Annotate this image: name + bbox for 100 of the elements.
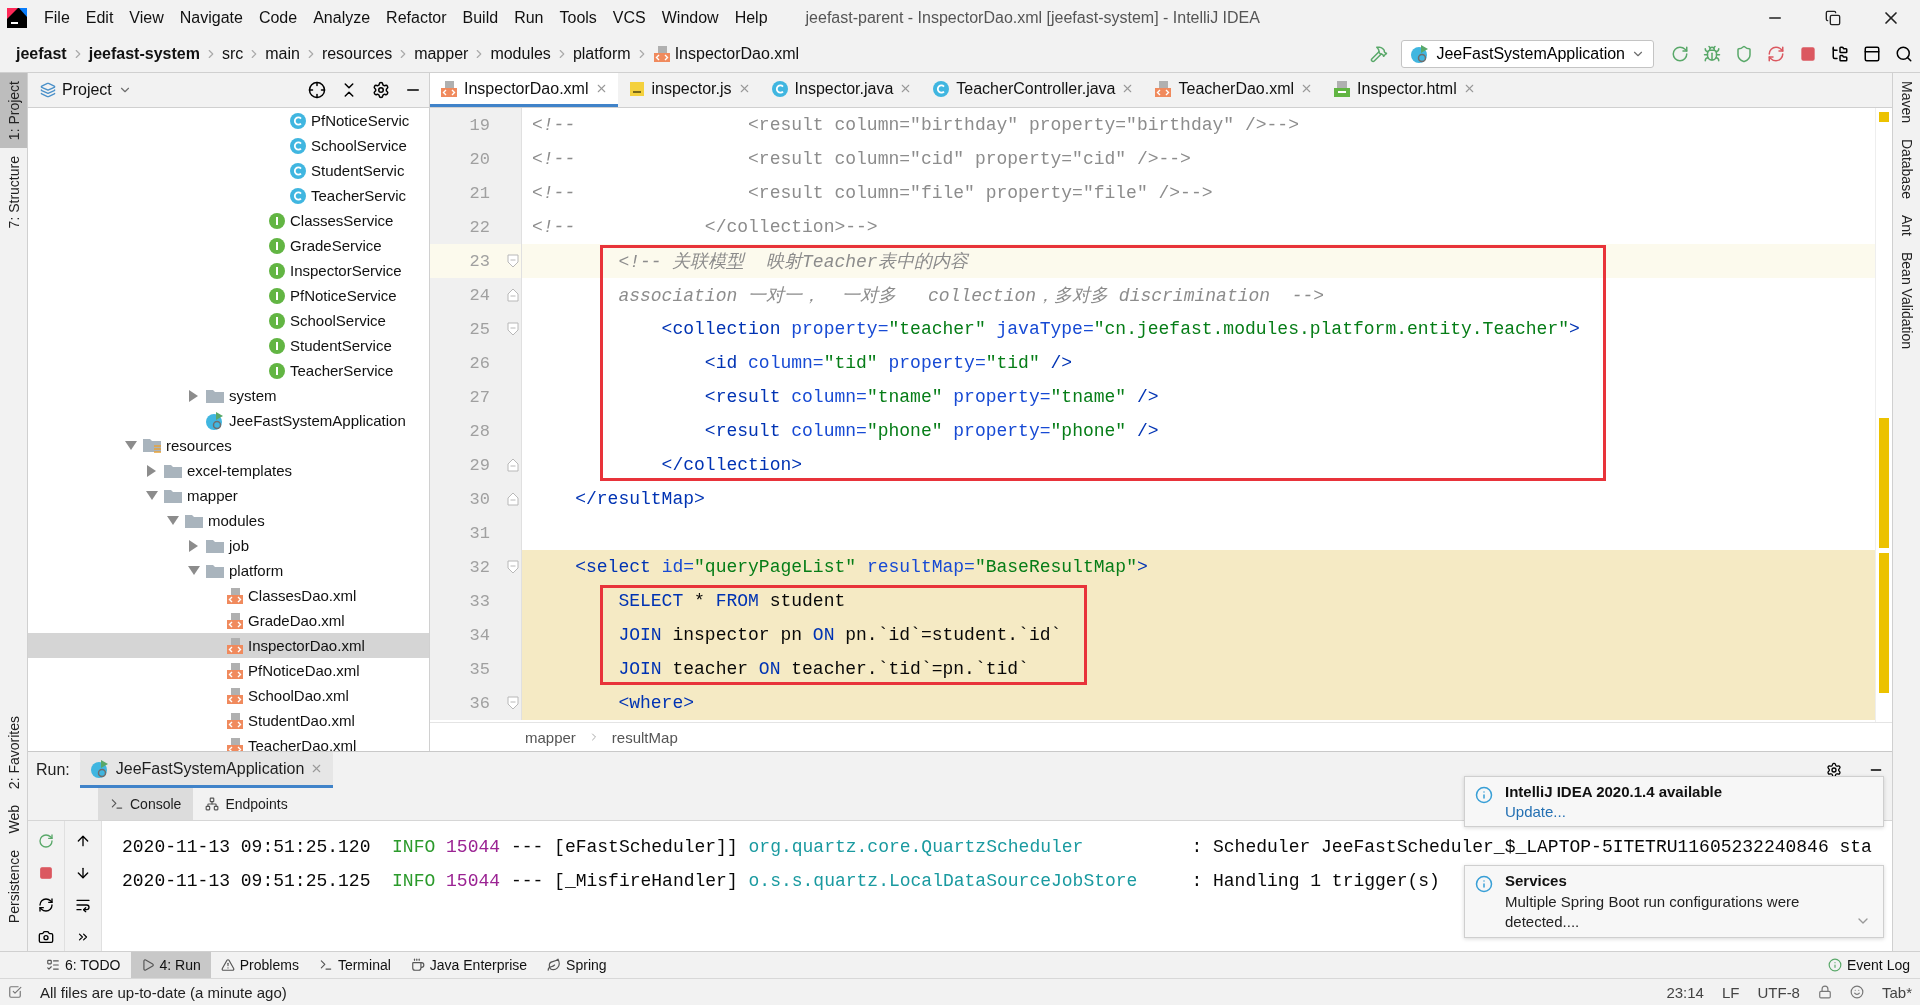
tool-window-tab[interactable]: Database	[1893, 131, 1920, 207]
breadcrumb[interactable]: InspectorDao.xml	[648, 44, 804, 63]
tree-item[interactable]: ClassesService	[28, 208, 429, 233]
tool-window-button[interactable]: 4: Run	[130, 952, 211, 978]
fold-end-icon[interactable]	[507, 492, 519, 506]
tool-window-button[interactable]: Terminal	[308, 952, 401, 978]
event-log-button[interactable]: Event Log	[1817, 952, 1920, 978]
run-tab[interactable]: JeeFastSystemApplication	[79, 752, 334, 788]
breadcrumb[interactable]: src	[217, 44, 248, 63]
editor-tab[interactable]: InspectorDao.xml	[430, 73, 618, 107]
breadcrumb[interactable]: resources	[317, 44, 397, 63]
tool-window-tab[interactable]: Ant	[1893, 206, 1920, 244]
tree-item[interactable]: InspectorDao.xml	[28, 633, 429, 658]
run-configuration-dropdown[interactable]: JeeFastSystemApplication	[1401, 39, 1654, 68]
tool-window-tab[interactable]: 7: Structure	[0, 148, 27, 237]
update-link[interactable]: Update...	[1505, 803, 1566, 820]
breadcrumb[interactable]: mapper	[521, 728, 580, 746]
tree-item[interactable]: StudentServic	[28, 158, 429, 183]
fold-end-icon[interactable]	[507, 458, 519, 472]
restore-icon[interactable]	[1825, 9, 1841, 26]
tree-item[interactable]: mapper	[28, 483, 429, 508]
tree-item[interactable]: StudentDao.xml	[28, 708, 429, 733]
caret-position[interactable]: 23:14	[1666, 983, 1704, 1001]
tool-window-tab[interactable]: 2: Favorites	[0, 708, 27, 798]
menu-item[interactable]: Window	[653, 2, 727, 33]
menu-item[interactable]: Analyze	[305, 2, 379, 33]
editor-tab[interactable]: Inspector.java	[760, 73, 923, 107]
menu-item[interactable]: File	[36, 2, 78, 33]
tree-item[interactable]: system	[28, 383, 429, 408]
tool-window-tab[interactable]: 1: Project	[0, 73, 27, 149]
collapsed-arrow-icon[interactable]	[189, 539, 199, 552]
tree-item[interactable]: PfNoticeDao.xml	[28, 658, 429, 683]
tool-window-tab[interactable]: Web	[0, 797, 27, 842]
tree-item[interactable]: StudentService	[28, 333, 429, 358]
tree-item[interactable]: InspectorService	[28, 258, 429, 283]
expanded-arrow-icon[interactable]	[167, 515, 179, 526]
line-separator[interactable]: LF	[1721, 983, 1740, 1001]
menu-item[interactable]: Run	[506, 2, 552, 33]
tree-item[interactable]: SchoolService	[28, 308, 429, 333]
tool-window-button[interactable]: 6: TODO	[36, 952, 131, 978]
breadcrumb[interactable]: platform	[568, 44, 635, 63]
menu-item[interactable]: View	[121, 2, 172, 33]
breadcrumb[interactable]: jeefast-system	[84, 44, 204, 63]
tree-item[interactable]: ClassesDao.xml	[28, 583, 429, 608]
collapsed-arrow-icon[interactable]	[147, 464, 157, 477]
tree-item[interactable]: TeacherService	[28, 358, 429, 383]
collapsed-arrow-icon[interactable]	[189, 389, 199, 402]
breadcrumb[interactable]: resultMap	[607, 728, 682, 746]
tree-item[interactable]: SchoolDao.xml	[28, 683, 429, 708]
project-view-dropdown[interactable]: Project	[36, 81, 136, 99]
xml-file-icon	[440, 79, 458, 98]
fold-marker-icon[interactable]	[507, 560, 519, 574]
editor-tab[interactable]: TeacherDao.xml	[1144, 73, 1324, 107]
breadcrumb[interactable]: mapper	[410, 44, 473, 63]
menu-item[interactable]: Tools	[551, 2, 605, 33]
tool-window-tab[interactable]: Maven	[1893, 73, 1920, 132]
tree-item[interactable]: TeacherDao.xml	[28, 733, 429, 751]
tree-item[interactable]: excel-templates	[28, 458, 429, 483]
fold-marker-icon[interactable]	[507, 696, 519, 710]
folder-icon	[205, 562, 225, 579]
breadcrumb[interactable]: modules	[486, 44, 555, 63]
line-number: 25	[468, 319, 490, 339]
tree-item[interactable]: JeeFastSystemApplication	[28, 408, 429, 433]
menu-item[interactable]: Help	[726, 2, 776, 33]
indent-setting[interactable]: Tab*	[1881, 983, 1912, 1001]
tree-item[interactable]: platform	[28, 558, 429, 583]
menu-item[interactable]: VCS	[604, 2, 654, 33]
tool-window-button[interactable]: Spring	[537, 952, 617, 978]
tool-window-tab[interactable]: Bean Validation	[1893, 244, 1920, 358]
tree-item[interactable]: GradeService	[28, 233, 429, 258]
tool-window-button[interactable]: Java Enterprise	[400, 952, 538, 978]
fold-marker-icon[interactable]	[507, 254, 519, 268]
tree-item[interactable]: PfNoticeService	[28, 283, 429, 308]
tree-item[interactable]: TeacherServic	[28, 183, 429, 208]
tool-window-tab[interactable]: Persistence	[0, 841, 27, 931]
breadcrumb[interactable]: main	[261, 44, 304, 63]
menu-item[interactable]: Code	[250, 2, 306, 33]
fold-marker-icon[interactable]	[507, 322, 519, 336]
file-encoding[interactable]: UTF-8	[1757, 983, 1800, 1001]
editor-tab[interactable]: inspector.js	[617, 73, 761, 107]
menu-item[interactable]: Refactor	[378, 2, 455, 33]
editor-tab[interactable]: TeacherController.java	[922, 73, 1145, 107]
tree-item[interactable]: SchoolService	[28, 133, 429, 158]
menu-item[interactable]: Build	[454, 2, 507, 33]
expanded-arrow-icon[interactable]	[188, 565, 200, 576]
menu-item[interactable]: Edit	[77, 2, 122, 33]
console-tab[interactable]: Console	[98, 788, 194, 820]
breadcrumb[interactable]: jeefast	[12, 44, 71, 63]
expanded-arrow-icon[interactable]	[125, 440, 137, 451]
tool-window-button[interactable]: Problems	[210, 952, 309, 978]
tree-item[interactable]: job	[28, 533, 429, 558]
fold-end-icon[interactable]	[507, 288, 519, 302]
console-tab[interactable]: Endpoints	[193, 788, 300, 820]
tree-item[interactable]: modules	[28, 508, 429, 533]
expanded-arrow-icon[interactable]	[146, 490, 158, 501]
menu-item[interactable]: Navigate	[171, 2, 251, 33]
tree-item[interactable]: PfNoticeServic	[28, 108, 429, 133]
tree-item[interactable]: GradeDao.xml	[28, 608, 429, 633]
editor-tab[interactable]: Inspector.html	[1323, 73, 1486, 107]
tree-item[interactable]: resources	[28, 433, 429, 458]
